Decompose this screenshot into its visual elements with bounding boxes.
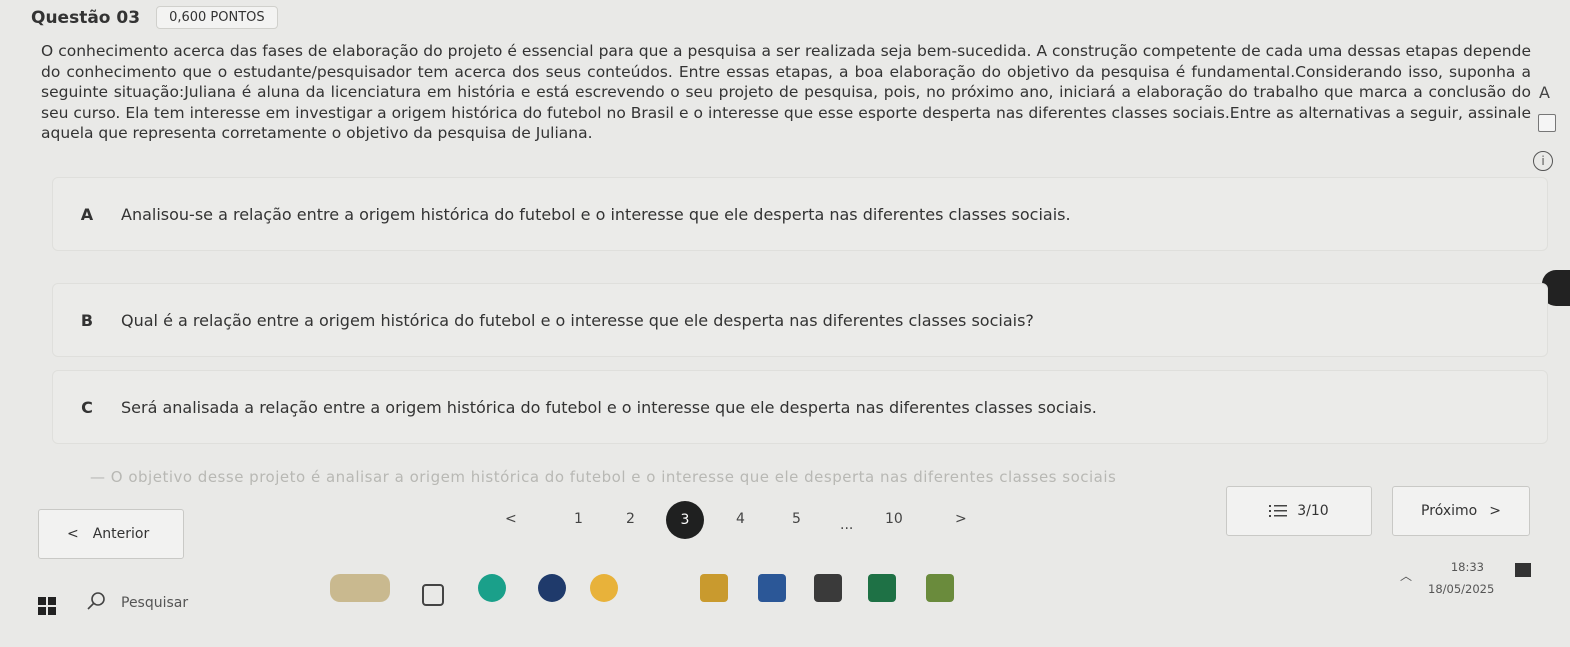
option-c[interactable]: C Será analisada a relação entre a orige… [52,370,1548,444]
taskbar [0,560,1570,647]
notification-icon[interactable] [1515,563,1531,577]
question-count: 3/10 [1297,503,1329,519]
chevron-left-icon: < [67,526,79,542]
edge-icon[interactable] [478,574,506,602]
calculator-icon[interactable] [814,574,842,602]
option-b[interactable]: B Qual é a relação entre a origem histór… [52,283,1548,357]
option-letter: B [80,310,94,330]
option-text: Será analisada a relação entre a origem … [121,397,1097,417]
question-title: Questão 03 [31,7,141,28]
clock-date: 18/05/2025 [1428,582,1495,596]
page-2[interactable]: 2 [626,504,635,544]
next-label: Próximo [1421,503,1478,519]
option-text: Qual é a relação entre a origem históric… [121,310,1034,330]
chevron-right-icon: > [1489,503,1501,519]
windows-start-icon[interactable] [38,597,56,615]
previous-button[interactable]: < Anterior [38,509,184,559]
page-3-current[interactable]: 3 [666,501,704,539]
chevron-up-icon[interactable]: ︿ [1400,567,1412,584]
option-letter: C [81,397,93,417]
question-statement: O conhecimento acerca das fases de elabo… [41,42,1531,142]
option-d-partial[interactable]: — O objetivo desse projeto é analisar a … [90,468,1116,486]
page-ellipsis: ... [840,517,854,533]
option-a[interactable]: A Analisou-se a relação entre a origem h… [52,177,1548,251]
side-accessibility-label[interactable]: A [1539,83,1550,102]
search-icon[interactable] [86,590,108,612]
excel-icon[interactable] [868,574,896,602]
widgets-icon[interactable] [330,574,390,602]
taskbar-clock[interactable]: 18:33 18/05/2025 [1428,556,1495,600]
clock-time: 18:33 [1450,560,1484,574]
list-icon [1269,505,1288,517]
taskbar-search-label[interactable]: Pesquisar [121,595,188,611]
previous-label: Anterior [92,526,150,542]
teams-icon[interactable] [538,574,566,602]
taskview-icon[interactable] [422,584,444,606]
page-1[interactable]: 1 [574,504,583,544]
store-icon[interactable] [926,574,954,602]
question-list-button[interactable]: 3/10 [1226,486,1372,536]
option-letter: A [80,204,94,224]
page-10[interactable]: 10 [885,504,903,544]
page-next-arrow[interactable]: > [955,504,967,544]
chrome-icon[interactable] [590,574,618,602]
info-icon[interactable]: i [1533,151,1553,171]
points-badge: 0,600 PONTOS [156,6,278,29]
page-prev-arrow[interactable]: < [505,504,517,544]
option-text: Analisou-se a relação entre a origem his… [121,204,1071,224]
page-5[interactable]: 5 [792,504,801,544]
next-button[interactable]: Próximo > [1392,486,1530,536]
side-list-icon[interactable] [1538,114,1556,132]
files-icon[interactable] [700,574,728,602]
question-header: Questão 03 0,600 PONTOS [31,6,278,29]
word-icon[interactable] [758,574,786,602]
page-4[interactable]: 4 [736,504,745,544]
